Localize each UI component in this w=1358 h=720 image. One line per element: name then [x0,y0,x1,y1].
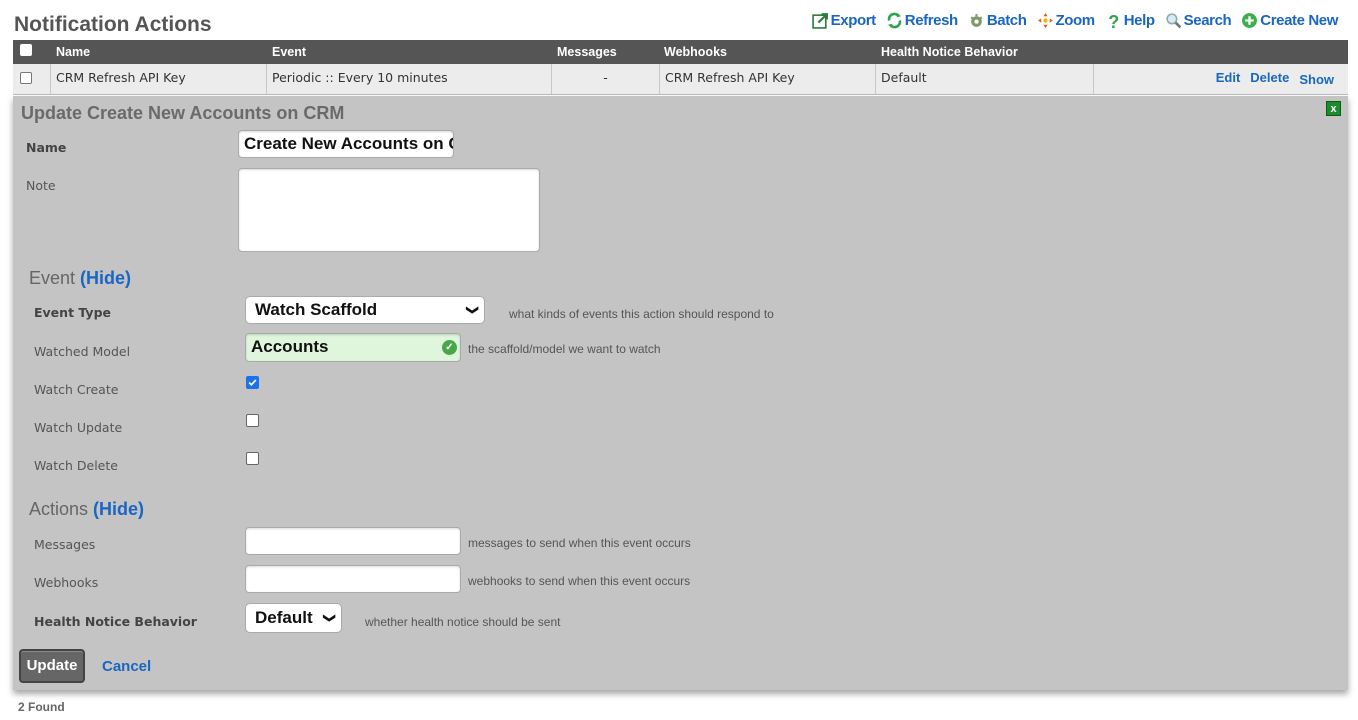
table-row: CRM Refresh API Key Periodic :: Every 10… [13,64,1348,95]
create-new-label: Create New [1260,12,1338,29]
messages-hint: messages to send when this event occurs [468,536,691,550]
watch-create-checkbox[interactable] [246,376,259,389]
messages-input[interactable] [245,527,461,555]
zoom-icon [1037,13,1053,28]
close-icon[interactable]: x [1326,101,1341,116]
checkmark-icon [248,379,257,387]
search-icon [1165,13,1182,29]
toolbar: Export Refresh Batch Zoom ? Help Search … [811,12,1338,29]
refresh-icon [887,12,902,29]
form-title: Update Create New Accounts on CRM [21,103,345,123]
messages-label: Messages [34,537,96,552]
event-type-value: Watch Scaffold [255,300,378,319]
check-circle-icon: ✓ [442,340,457,355]
row-event: Periodic :: Every 10 minutes [267,64,552,94]
watch-delete-checkbox[interactable] [246,452,259,465]
webhooks-input[interactable] [245,565,461,593]
svg-text:?: ? [1108,12,1119,29]
event-section-title: Event [29,268,76,288]
actions-hide-toggle[interactable]: (Hide) [93,499,144,519]
chevron-down-icon: ❯ [322,612,337,624]
row-webhooks-link[interactable]: CRM Refresh API Key [660,64,876,94]
name-label: Name [26,140,67,155]
help-label: Help [1123,12,1155,29]
batch-label: Batch [986,12,1027,29]
actions-section-title: Actions [29,499,89,519]
note-textarea[interactable] [238,168,540,252]
results-count: 2 Found [18,700,65,714]
export-button[interactable]: Export [811,12,877,29]
webhooks-label: Webhooks [34,575,99,590]
event-section-heading: Event (Hide) [29,268,131,289]
zoom-button[interactable]: Zoom [1037,12,1095,29]
column-header-name[interactable]: Name [56,45,90,59]
note-label: Note [26,178,56,193]
health-notice-value: Default [255,608,313,627]
watched-model-label: Watched Model [34,344,131,359]
health-notice-hint: whether health notice should be sent [365,615,561,629]
column-header-health[interactable]: Health Notice Behavior [881,45,1018,59]
watch-create-label: Watch Create [34,382,119,397]
actions-section-heading: Actions (Hide) [29,499,144,520]
delete-link[interactable]: Delete [1250,70,1289,85]
show-link[interactable]: Show [1299,72,1334,87]
cancel-button[interactable]: Cancel [102,658,151,675]
row-select-cell [13,64,51,94]
watch-delete-label: Watch Delete [34,458,118,473]
column-header-event[interactable]: Event [272,45,306,59]
watched-model-value: Accounts [251,337,329,356]
row-checkbox[interactable] [20,72,32,84]
refresh-button[interactable]: Refresh [886,12,958,29]
export-icon [811,13,828,29]
batch-button[interactable]: Batch [968,12,1027,29]
search-button[interactable]: Search [1165,12,1232,29]
watch-update-label: Watch Update [34,420,123,435]
plus-circle-icon [1242,13,1258,28]
edit-form-panel: Update Create New Accounts on CRM x Name… [13,96,1348,690]
help-button[interactable]: ? Help [1105,12,1155,29]
search-label: Search [1183,12,1232,29]
create-new-button[interactable]: Create New [1241,12,1338,29]
webhooks-hint: webhooks to send when this event occurs [468,574,691,588]
event-type-label: Event Type [34,305,112,320]
health-notice-select[interactable]: Default ❯ [245,603,342,633]
zoom-label: Zoom [1055,12,1096,29]
event-hide-toggle[interactable]: (Hide) [80,268,131,288]
row-actions: Edit Delete Show [1216,70,1334,87]
batch-icon [970,14,983,27]
table-header: Name Event Messages Webhooks Health Noti… [13,40,1348,64]
health-notice-label: Health Notice Behavior [34,614,197,629]
refresh-label: Refresh [904,12,958,29]
chevron-down-icon: ❯ [465,304,480,316]
export-label: Export [830,12,877,29]
event-type-hint: what kinds of events this action should … [509,307,774,321]
row-health: Default [876,64,1094,94]
update-button[interactable]: Update [19,649,85,683]
event-type-select[interactable]: Watch Scaffold ❯ [245,296,485,324]
column-header-webhooks[interactable]: Webhooks [664,45,727,59]
data-table: Name Event Messages Webhooks Health Noti… [13,40,1348,95]
help-icon: ? [1108,12,1119,29]
column-header-messages[interactable]: Messages [557,45,617,59]
watched-model-input[interactable]: Accounts ✓ [245,333,461,362]
row-name: CRM Refresh API Key [51,64,267,94]
name-input[interactable]: Create New Accounts on CRM [238,130,454,158]
watched-model-hint: the scaffold/model we want to watch [468,342,661,356]
page-title: Notification Actions [14,13,212,36]
select-all-checkbox[interactable] [20,44,32,59]
watch-update-checkbox[interactable] [246,414,259,427]
edit-link[interactable]: Edit [1216,70,1241,85]
row-messages[interactable]: - [552,64,660,94]
